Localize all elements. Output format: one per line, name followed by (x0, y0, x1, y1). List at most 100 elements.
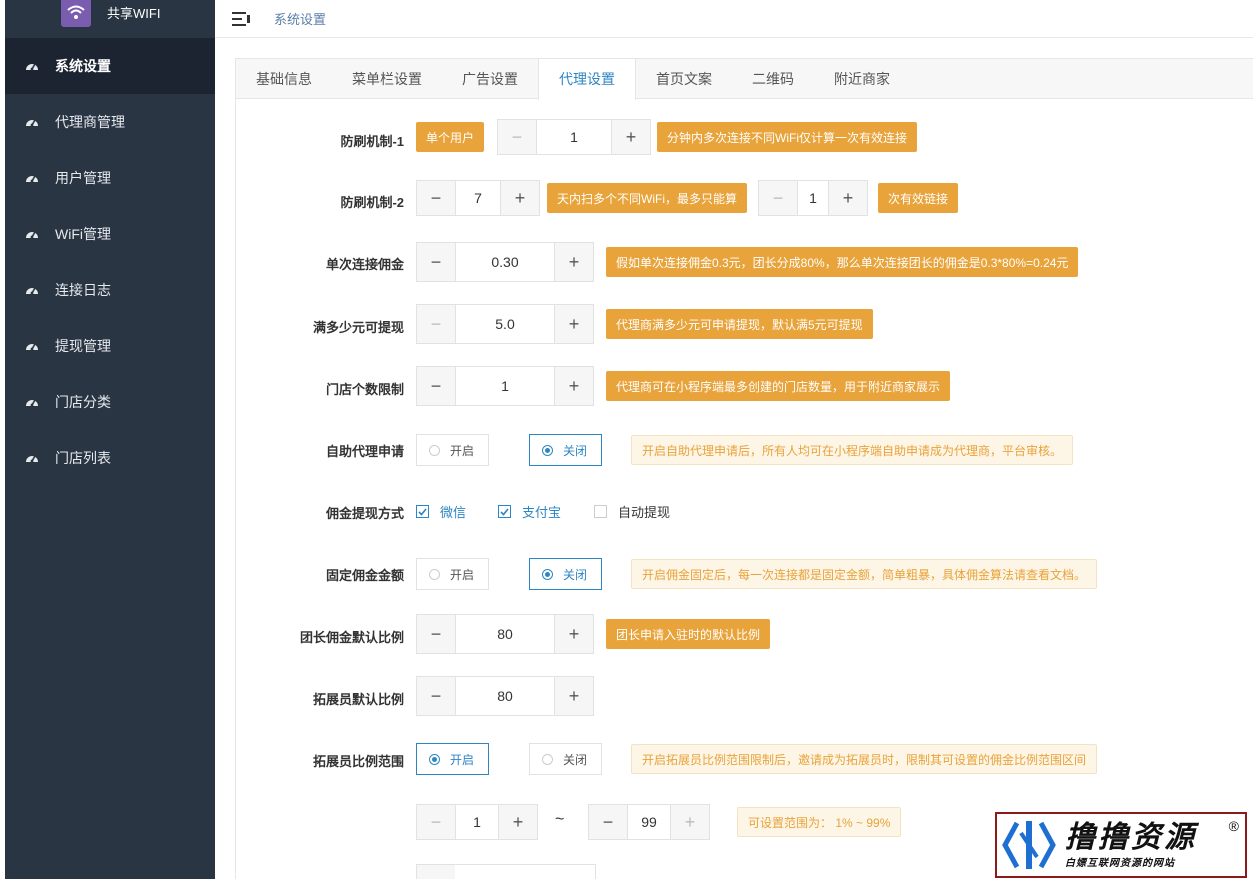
promoter-range-on-radio[interactable]: 开启 (416, 743, 489, 775)
watermark-title: 撸撸资源 (1065, 820, 1197, 854)
sidebar-item[interactable]: 连接日志 (5, 262, 215, 318)
radio-label: 开启 (450, 443, 475, 458)
anti2-value[interactable]: 7 (455, 181, 501, 215)
increment-button[interactable]: + (555, 367, 593, 405)
withdraw-min-value[interactable]: 5.0 (455, 305, 555, 343)
decrement-button[interactable]: − (417, 181, 455, 215)
dashboard-icon (26, 119, 38, 127)
breadcrumb[interactable]: 系统设置 (274, 9, 326, 28)
sidebar-item[interactable]: 提现管理 (5, 318, 215, 374)
tab[interactable]: 基础信息 (236, 59, 332, 100)
decrement-button[interactable]: − (417, 615, 455, 653)
fixed-commission-label: 固定佣金金额 (325, 568, 404, 583)
tab[interactable]: 二维码 (732, 59, 814, 100)
increment-button[interactable]: + (555, 677, 593, 715)
sidebar-item[interactable]: 系统设置 (5, 38, 215, 94)
sidebar-item-label: 提现管理 (55, 338, 111, 354)
promoter-range-tip: 开启拓展员比例范围限制后，邀请成为拓展员时，限制其可设置的佣金比例范围区间 (631, 744, 1098, 774)
commission-stepper: − 0.30 + (416, 242, 594, 282)
sidebar-item-label: 用户管理 (55, 170, 111, 186)
auto-withdraw-checkbox[interactable]: 自动提现 (594, 502, 670, 521)
watermark-logo-icon (1002, 821, 1056, 869)
self-apply-tip: 开启自助代理申请后，所有人均可在小程序端自助申请成为代理商，平台审核。 (631, 435, 1074, 465)
range-max-value[interactable]: 99 (627, 805, 671, 839)
decrement-button[interactable]: − (417, 677, 455, 715)
dashboard-icon (26, 175, 38, 183)
sidebar-item[interactable]: 用户管理 (5, 150, 215, 206)
radio-label: 开启 (450, 567, 475, 582)
fixed-commission-tip: 开启佣金固定后，每一次连接都是固定金额，简单粗暴，具体佣金算法请查看文档。 (631, 559, 1098, 589)
menu-toggle-icon[interactable] (232, 11, 250, 26)
alipay-checkbox[interactable]: 支付宝 (498, 502, 561, 521)
leader-ratio-value[interactable]: 80 (455, 615, 555, 653)
app-name: 共享WIFI (107, 5, 161, 21)
commission-tip: 假如单次连接佣金0.3元，团长分成80%，那么单次连接团长的佣金是0.3*80%… (606, 247, 1079, 277)
range-separator: ~ (555, 811, 565, 828)
leader-ratio-tip: 团长申请入驻时的默认比例 (606, 619, 771, 649)
increment-button[interactable]: + (829, 181, 867, 215)
checkbox-label: 支付宝 (522, 505, 562, 520)
sidebar-item[interactable]: 门店分类 (5, 374, 215, 430)
dashboard-icon (26, 231, 38, 239)
self-apply-off-radio[interactable]: 关闭 (529, 434, 602, 466)
range-min-value[interactable]: 1 (455, 805, 499, 839)
decrement-button[interactable]: − (417, 805, 455, 839)
increment-button[interactable]: + (555, 243, 593, 281)
decrement-button[interactable]: − (759, 181, 797, 215)
increment-button[interactable]: + (671, 805, 709, 839)
wechat-checkbox[interactable]: 微信 (416, 502, 466, 521)
anti1-label: 防刷机制-1 (340, 134, 404, 149)
fixed-commission-off-radio[interactable]: 关闭 (529, 558, 602, 590)
anti2-value2[interactable]: 1 (797, 181, 829, 215)
watermark-subtitle: 白嫖互联网资源的网站 (1065, 857, 1175, 869)
commission-label: 单次连接佣金 (325, 257, 404, 272)
radio-label: 关闭 (563, 443, 588, 458)
tab[interactable]: 代理设置 (538, 59, 636, 100)
tab[interactable]: 菜单栏设置 (332, 59, 442, 100)
store-limit-label: 门店个数限制 (325, 382, 404, 397)
promoter-range-off-radio[interactable]: 关闭 (529, 743, 602, 775)
anti2-tip1: 天内扫多个不同WiFi，最多只能算 (547, 183, 747, 213)
decrement-button[interactable]: − (417, 305, 455, 343)
next-stepper (416, 864, 596, 879)
decrement-button[interactable]: − (589, 805, 627, 839)
decrement-button[interactable]: − (417, 243, 455, 281)
sidebar-item-label: 代理商管理 (55, 114, 125, 130)
tab[interactable]: 广告设置 (442, 59, 538, 100)
dashboard-icon (26, 455, 38, 463)
increment-button[interactable]: + (501, 181, 539, 215)
anti1-stepper: − 1 + (497, 119, 651, 155)
increment-button[interactable]: + (499, 805, 537, 839)
wifi-logo-icon (61, 0, 91, 27)
tab[interactable]: 首页文案 (636, 59, 732, 100)
radio-label: 开启 (450, 752, 475, 767)
self-apply-on-radio[interactable]: 开启 (416, 434, 489, 466)
commission-value[interactable]: 0.30 (455, 243, 555, 281)
increment-button[interactable]: + (612, 120, 650, 154)
registered-mark: ® (1228, 818, 1239, 834)
sidebar-item-label: 系统设置 (55, 58, 111, 74)
store-limit-tip: 代理商可在小程序端最多创建的门店数量，用于附近商家展示 (606, 371, 951, 401)
decrement-button[interactable] (417, 865, 455, 879)
anti2-stepper-2: − 1 + (758, 180, 868, 216)
increment-button[interactable]: + (555, 615, 593, 653)
decrement-button[interactable]: − (417, 367, 455, 405)
sidebar-item[interactable]: 代理商管理 (5, 94, 215, 150)
leader-ratio-stepper: − 80 + (416, 614, 594, 654)
tab[interactable]: 附近商家 (814, 59, 910, 100)
range-tip: 可设置范围为： 1% ~ 99% (737, 807, 902, 837)
anti1-value[interactable]: 1 (536, 120, 612, 154)
anti2-tip2: 次有效链接 (878, 183, 959, 213)
promoter-ratio-label: 拓展员默认比例 (312, 692, 404, 707)
decrement-button[interactable]: − (498, 120, 536, 154)
store-limit-value[interactable]: 1 (455, 367, 555, 405)
single-user-button[interactable]: 单个用户 (416, 122, 485, 152)
fixed-commission-on-radio[interactable]: 开启 (416, 558, 489, 590)
dashboard-icon (26, 287, 38, 295)
increment-button[interactable]: + (555, 305, 593, 343)
promoter-ratio-value[interactable]: 80 (455, 677, 555, 715)
leader-ratio-label: 团长佣金默认比例 (299, 630, 404, 645)
sidebar-item[interactable]: WiFi管理 (5, 206, 215, 262)
sidebar-item[interactable]: 门店列表 (5, 430, 215, 486)
radio-label: 关闭 (563, 752, 588, 767)
